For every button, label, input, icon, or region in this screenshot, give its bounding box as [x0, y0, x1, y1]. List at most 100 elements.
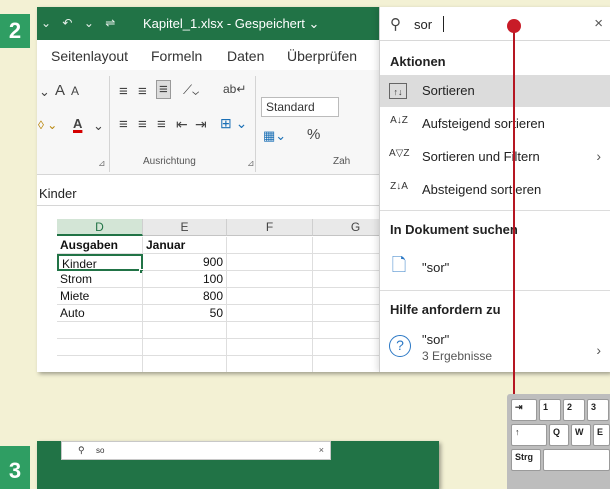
excel-window-screenshot-step3: ⚲ so ×: [37, 441, 439, 489]
table-cell[interactable]: 100: [143, 271, 227, 288]
key-1: 1: [539, 399, 561, 421]
key-w: W: [571, 424, 591, 446]
chevron-right-icon: ›: [596, 342, 601, 358]
group-label-alignment: Ausrichtung: [143, 156, 196, 167]
table-cell[interactable]: 50: [143, 305, 227, 322]
dialog-launcher-icon[interactable]: ⊿: [247, 158, 255, 169]
undo-icon[interactable]: ↶: [62, 16, 72, 30]
section-heading-actions: Aktionen: [390, 54, 446, 69]
number-format-select[interactable]: Standard: [261, 97, 339, 117]
table-cell[interactable]: Ausgaben: [57, 237, 143, 254]
table-cell[interactable]: 900: [143, 254, 227, 271]
section-heading-document: In Dokument suchen: [390, 222, 518, 237]
search-input[interactable]: so: [96, 446, 104, 455]
help-icon: ?: [389, 335, 411, 357]
align-top-icon[interactable]: ≡: [119, 83, 128, 100]
align-bottom-icon[interactable]: ≡: [156, 80, 171, 99]
table-cell[interactable]: [227, 322, 313, 339]
step-number-badge: 2: [0, 14, 30, 48]
column-header-d[interactable]: D: [57, 219, 143, 236]
decrease-indent-icon[interactable]: ⇤: [176, 116, 188, 133]
increase-indent-icon[interactable]: ⇥: [195, 116, 207, 133]
action-item-absteigend-sortieren[interactable]: Z↓A Absteigend sortieren: [380, 174, 610, 206]
close-icon[interactable]: ×: [319, 445, 324, 455]
table-cell[interactable]: [227, 288, 313, 305]
key-2: 2: [563, 399, 585, 421]
result-count: 3 Ergebnisse: [422, 349, 493, 363]
chevron-down-icon[interactable]: ⌄: [93, 118, 104, 134]
tab-formeln[interactable]: Formeln: [151, 48, 202, 64]
group-separator: [109, 76, 110, 172]
currency-format-icon[interactable]: ▦⌄: [263, 128, 286, 144]
table-cell[interactable]: [227, 237, 313, 254]
column-header-e[interactable]: E: [143, 219, 227, 236]
tab-daten[interactable]: Daten: [227, 48, 264, 64]
key-ctrl: Strg: [511, 449, 541, 471]
table-cell[interactable]: [143, 356, 227, 372]
formula-bar-value: Kinder: [39, 186, 77, 201]
key-q: Q: [549, 424, 569, 446]
action-item-aufsteigend-sortieren[interactable]: A↓Z Aufsteigend sortieren: [380, 108, 610, 140]
action-item-sortieren[interactable]: ↑↓ Sortieren: [380, 75, 610, 107]
text-cursor: [443, 16, 444, 32]
table-cell[interactable]: [57, 356, 143, 372]
wrap-text-icon[interactable]: ab↵: [223, 82, 246, 96]
keyboard-illustration: ⇥ 1 2 3 ↑ Q W E Strg: [507, 394, 610, 489]
fill-color-icon[interactable]: ◊ ⌄: [38, 118, 57, 132]
close-icon[interactable]: ×: [594, 15, 603, 32]
group-label-number: Zah: [333, 156, 351, 167]
dialog-launcher-icon[interactable]: ⊿: [98, 158, 106, 169]
undo-dropdown-icon[interactable]: ⌄: [84, 16, 94, 30]
orientation-icon[interactable]: ⟋⌄: [183, 82, 199, 98]
table-cell[interactable]: [227, 305, 313, 322]
font-grow-icon[interactable]: A: [55, 82, 65, 99]
align-middle-icon[interactable]: ≡: [138, 83, 147, 100]
align-left-icon[interactable]: ≡: [119, 116, 128, 133]
sort-icon: ↑↓: [389, 83, 407, 99]
tab-seitenlayout[interactable]: Seitenlayout: [51, 48, 128, 64]
column-header-f[interactable]: F: [227, 219, 313, 236]
tab-ueberpruefen[interactable]: Überprüfen: [287, 48, 357, 64]
sort-descending-icon: Z↓A: [390, 181, 408, 192]
table-cell[interactable]: [57, 322, 143, 339]
customize-toolbar-icon[interactable]: ⇌: [105, 16, 115, 30]
table-cell[interactable]: [227, 254, 313, 271]
table-cell[interactable]: Miete: [57, 288, 143, 305]
help-search-result[interactable]: ? "sor" 3 Ergebnisse ›: [380, 329, 610, 371]
sort-filter-icon: A▽Z: [389, 148, 410, 159]
sort-ascending-icon: A↓Z: [390, 115, 408, 126]
divider: [380, 210, 610, 211]
table-cell[interactable]: [143, 322, 227, 339]
table-cell[interactable]: Strom: [57, 271, 143, 288]
merge-cells-icon[interactable]: ⊞ ⌄: [220, 115, 247, 132]
document-search-result[interactable]: 🗋 "sor": [380, 249, 610, 287]
table-cell[interactable]: [227, 339, 313, 356]
table-cell[interactable]: [227, 271, 313, 288]
group-separator: [255, 76, 256, 172]
document-title[interactable]: Kapitel_1.xlsx - Gespeichert ⌄: [143, 16, 319, 32]
document-title-text: Kapitel_1.xlsx - Gespeichert: [143, 16, 305, 31]
chevron-right-icon: ›: [596, 148, 601, 164]
key-e: E: [593, 424, 610, 446]
percent-icon[interactable]: %: [307, 126, 320, 143]
font-color-icon[interactable]: A: [73, 116, 82, 131]
table-cell[interactable]: [57, 339, 143, 356]
table-cell[interactable]: [143, 339, 227, 356]
key-3: 3: [587, 399, 609, 421]
table-cell[interactable]: Auto: [57, 305, 143, 322]
table-cell[interactable]: 800: [143, 288, 227, 305]
selected-cell[interactable]: Kinder: [57, 254, 143, 271]
font-shrink-icon[interactable]: A: [71, 84, 79, 98]
qa-dropdown-icon[interactable]: ⌄: [41, 16, 51, 30]
align-right-icon[interactable]: ≡: [157, 116, 166, 133]
table-cell[interactable]: [227, 356, 313, 372]
align-center-icon[interactable]: ≡: [138, 116, 147, 133]
action-item-sortieren-und-filtern[interactable]: A▽Z Sortieren und Filtern ›: [380, 141, 610, 173]
search-bar[interactable]: ⚲ so ×: [61, 441, 331, 460]
chevron-down-icon[interactable]: ⌄: [39, 84, 50, 100]
search-input[interactable]: [414, 14, 564, 34]
excel-window-screenshot: ⌄ ↶ ⌄ ⇌ Kapitel_1.xlsx - Gespeichert ⌄ S…: [37, 7, 610, 372]
action-label: Sortieren und Filtern: [422, 149, 540, 164]
search-bar[interactable]: ⚲ ×: [380, 7, 610, 41]
table-cell[interactable]: Januar: [143, 237, 227, 254]
